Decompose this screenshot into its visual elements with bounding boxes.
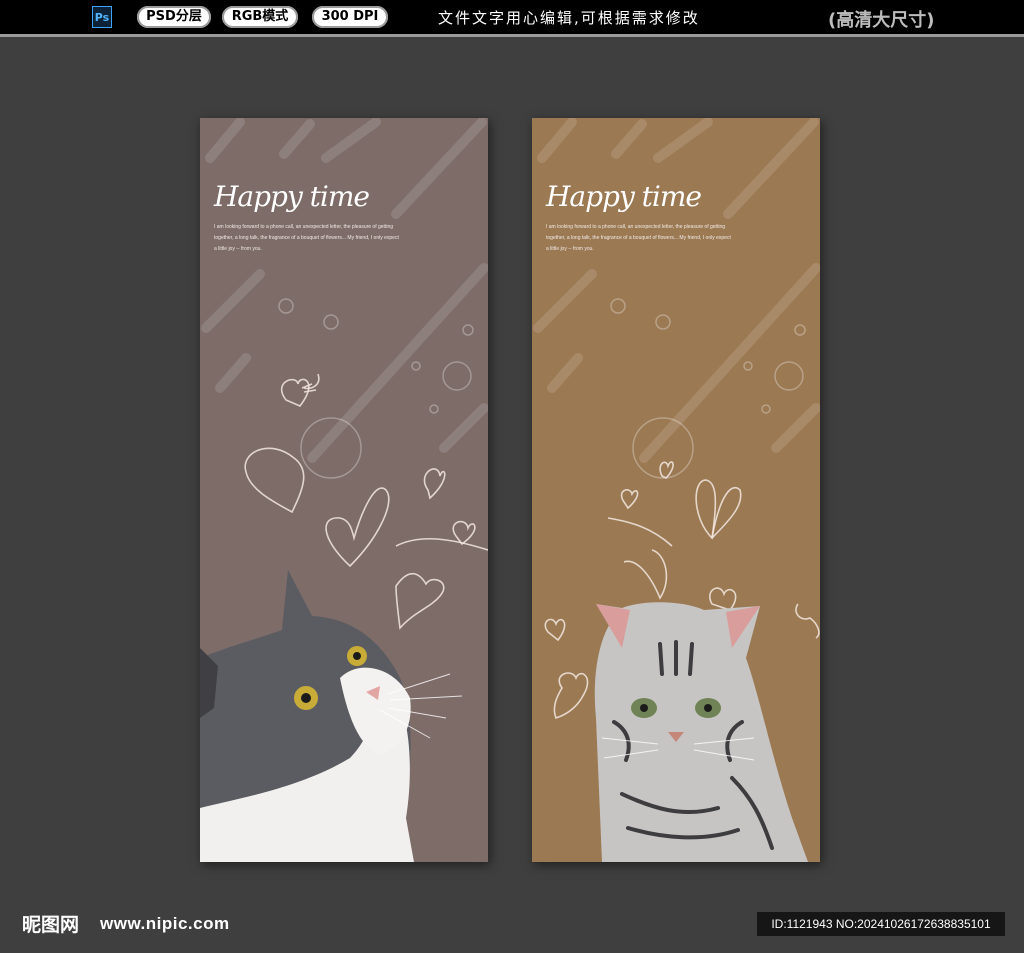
header-divider xyxy=(0,34,1024,37)
banner-panel-right: Happy time I am looking forward to a pho… xyxy=(532,118,820,862)
panel-title: Happy time xyxy=(546,180,702,213)
banner-panel-left: Happy time I am looking forward to a pho… xyxy=(200,118,488,862)
top-banner: Ps PSD分层 RGB模式 300 DPI 文件文字用心编辑,可根据需求修改 … xyxy=(0,0,1024,34)
cat-illustration-right xyxy=(594,602,808,862)
panel-body-text: I am looking forward to a phone call, an… xyxy=(546,224,731,252)
psd-layers-badge: PSD分层 xyxy=(137,6,211,28)
panel-body-text: I am looking forward to a phone call, an… xyxy=(214,224,399,252)
size-label: (高清大尺寸) xyxy=(828,10,935,31)
edit-notice: 文件文字用心编辑,可根据需求修改 xyxy=(438,9,700,27)
dpi-badge: 300 DPI xyxy=(312,6,388,28)
cat-illustration-left xyxy=(200,570,463,862)
panel-title: Happy time xyxy=(214,180,370,213)
nipic-logo: 昵图网 xyxy=(22,914,80,936)
site-url[interactable]: www.nipic.com xyxy=(100,914,230,934)
rgb-mode-badge: RGB模式 xyxy=(222,6,298,28)
photoshop-icon: Ps xyxy=(92,6,112,28)
image-id-label: ID:1121943 NO:20241026172638835101 xyxy=(757,912,1005,936)
